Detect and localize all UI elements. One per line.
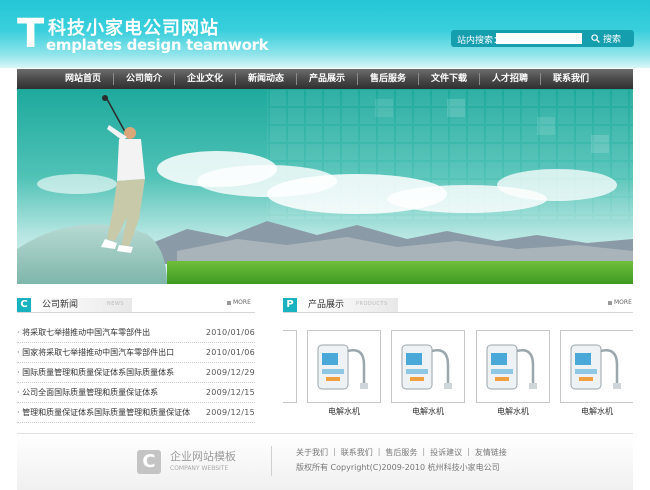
news-item-title: 国家将采取七举措推动中国汽车零部件出口 [17,347,174,358]
nav-item-culture[interactable]: 企业文化 [175,69,235,89]
news-item-title: 管理和质量保证体系国际质量管理和质量保证体 [17,407,190,418]
list-item[interactable]: 国家将采取七举措推动中国汽车零部件出口 2010/01/06 [17,343,255,363]
golfer-photo [17,89,633,284]
footer-link-feedback[interactable]: 投诉建议 [425,447,467,458]
products-section-header: P 产品展示 PRODUCTS MORE [283,298,633,314]
news-item-date: 2009/12/15 [205,408,255,417]
list-item[interactable]: 将采取七举措推动中国汽车零部件出 2010/01/06 [17,323,255,343]
header: T 科技小家电公司网站 emplates design teamwork 站内搜… [0,0,650,68]
news-item-title: 公司全面国际质量管理和质量保证体系 [17,387,158,398]
water-ionizer-photo [570,344,621,390]
product-card[interactable]: 电解水机 [560,327,633,422]
nav-item-service[interactable]: 售后服务 [358,69,418,89]
nav-item-home[interactable]: 网站首页 [53,69,113,89]
nav-item-contact[interactable]: 联系我们 [541,69,601,89]
news-section-tag: NEWS [107,301,125,307]
footer-copyright: 版权所有 Copyright(C)2009-2010 杭州科技小家电公司 [296,463,500,472]
products-section-icon: P [283,298,297,312]
water-ionizer-photo [486,344,537,390]
product-card[interactable]: 电解水机 [391,327,465,422]
news-item-date: 2010/01/06 [205,348,255,357]
footer-links: 关于我们 | 联系我们 | 售后服务 | 投诉建议 | 友情链接 [296,447,512,458]
news-item-date: 2010/01/06 [205,328,255,337]
water-ionizer-photo [401,344,452,390]
search-bar: 站内搜索： 搜索 [451,30,634,47]
news-item-title: 国际质量管理和质量保证体系国际质量体系 [17,367,174,378]
footer-link-friends[interactable]: 友情链接 [470,447,512,458]
product-strip: 电解水机 电解水机 电解水机 电解水机 [283,327,633,422]
news-list: 将采取七举措推动中国汽车零部件出 2010/01/06 国家将采取七举措推动中国… [17,323,255,423]
nav-item-downloads[interactable]: 文件下载 [419,69,479,89]
products-section-tag: PRODUCTS [356,301,388,307]
news-item-date: 2009/12/29 [205,368,255,377]
logo-letter: T [17,11,45,57]
search-button-label: 搜索 [603,35,622,45]
site-subtitle: emplates design teamwork [46,36,269,54]
hero-banner [17,89,633,284]
news-section-icon: C [17,298,31,312]
nav-item-about[interactable]: 公司简介 [114,69,174,89]
list-item[interactable]: 管理和质量保证体系国际质量管理和质量保证体 2009/12/15 [17,403,255,423]
product-card[interactable] [283,327,297,422]
nav-item-jobs[interactable]: 人才招聘 [480,69,540,89]
footer-logo-icon: C [137,450,161,474]
list-item[interactable]: 国际质量管理和质量保证体系国际质量体系 2009/12/29 [17,363,255,383]
water-ionizer-photo [317,344,368,390]
search-button[interactable]: 搜索 [591,32,631,45]
product-name: 电解水机 [497,407,529,416]
nav-item-products[interactable]: 产品展示 [297,69,357,89]
footer-link-service[interactable]: 售后服务 [380,447,422,458]
product-name: 电解水机 [328,407,360,416]
product-card[interactable]: 电解水机 [476,327,550,422]
products-more-link[interactable]: MORE [608,299,632,306]
list-item[interactable]: 公司全面国际质量管理和质量保证体系 2009/12/15 [17,383,255,403]
news-more-link[interactable]: MORE [227,299,251,306]
footer-link-about[interactable]: 关于我们 [296,447,333,458]
footer-logo-subtitle: COMPANY WEBSITE [170,465,229,472]
footer-logo-title: 企业网站模板 [170,450,236,463]
product-name: 电解水机 [412,407,444,416]
news-item-title: 将采取七举措推动中国汽车零部件出 [17,327,150,338]
product-card[interactable]: 电解水机 [307,327,381,422]
footer: C 企业网站模板 COMPANY WEBSITE 关于我们 | 联系我们 | 售… [17,433,633,490]
news-item-date: 2009/12/15 [205,388,255,397]
search-icon [591,34,600,43]
search-input[interactable] [496,33,582,44]
footer-link-contact[interactable]: 联系我们 [336,447,378,458]
news-section-header: C 公司新闻 NEWS MORE [17,298,255,314]
main-nav: 网站首页 公司简介 企业文化 新闻动态 产品展示 售后服务 文件下载 人才招聘 … [17,69,633,89]
nav-item-news[interactable]: 新闻动态 [236,69,296,89]
product-name: 电解水机 [581,407,613,416]
